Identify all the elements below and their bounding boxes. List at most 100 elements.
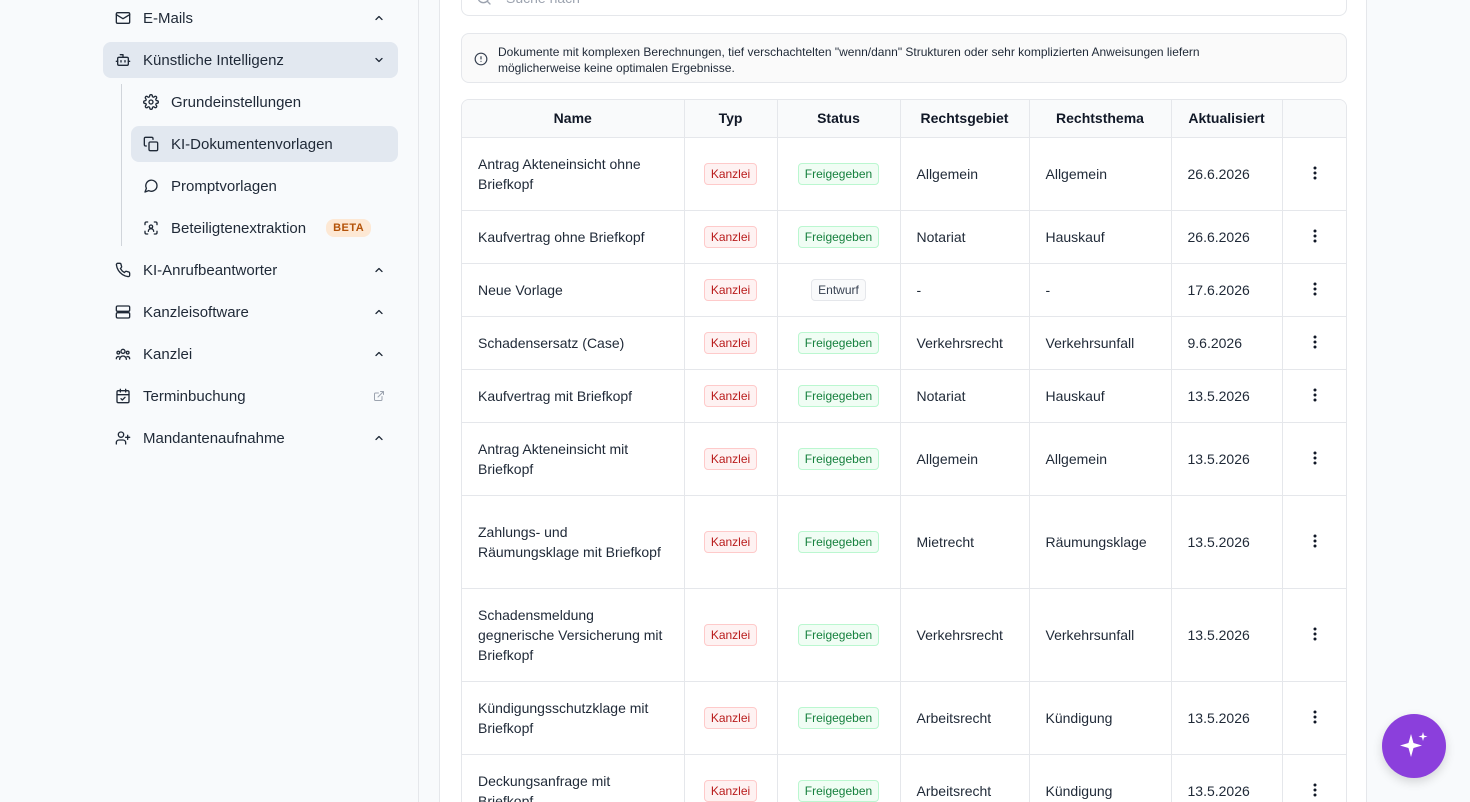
- table-row[interactable]: Kaufvertrag mit Briefkopf Kanzlei Freige…: [462, 369, 1346, 423]
- table-row[interactable]: Kündigungsschutzklage mit Briefkopf Kanz…: [462, 681, 1346, 755]
- more-vertical-icon[interactable]: [1305, 226, 1325, 246]
- sidebar-subitem-beteiligtenextraktion[interactable]: Beteiligtenextraktion BETA: [131, 210, 398, 246]
- type-badge: Kanzlei: [703, 623, 758, 646]
- chevron-up-icon[interactable]: [372, 11, 386, 25]
- sidebar-item-ki-anrufbeantworter[interactable]: KI-Anrufbeantworter: [103, 252, 398, 288]
- status-badge: Freigegeben: [797, 331, 880, 354]
- cell-name: Zahlungs- und Räumungsklage mit Briefkop…: [462, 495, 685, 589]
- chevron-down-icon[interactable]: [372, 53, 386, 67]
- templates-table: Name Typ Status Rechtsgebiet Rechtsthema…: [461, 99, 1347, 802]
- mail-icon: [115, 10, 131, 26]
- cell-rechtsgebiet: -: [900, 263, 1030, 317]
- more-vertical-icon[interactable]: [1305, 163, 1325, 183]
- sidebar-item-label: KI-Anrufbeantworter: [143, 261, 278, 279]
- cell-rechtsgebiet: Notariat: [900, 369, 1030, 423]
- sidebar-subitem-promptvorlagen[interactable]: Promptvorlagen: [131, 168, 398, 204]
- beta-badge: BETA: [326, 219, 372, 237]
- type-badge: Kanzlei: [703, 706, 758, 729]
- column-header-rechtsgebiet[interactable]: Rechtsgebiet: [900, 100, 1030, 138]
- sidebar: E-Mails Künstliche Intelligenz Grundeins…: [0, 0, 419, 802]
- sidebar-item-label: Künstliche Intelligenz: [143, 51, 284, 69]
- phone-icon: [115, 262, 131, 278]
- cell-name: Deckungsanfrage mit Briefkopf: [462, 754, 685, 802]
- external-link-icon[interactable]: [372, 389, 386, 403]
- cell-aktualisiert: 13.5.2026: [1171, 422, 1283, 496]
- cell-rechtsthema: Hauskauf: [1029, 369, 1172, 423]
- status-badge: Freigegeben: [797, 384, 880, 407]
- sidebar-item-kanzlei[interactable]: Kanzlei: [103, 336, 398, 372]
- sidebar-subitem-grundeinstellungen[interactable]: Grundeinstellungen: [131, 84, 398, 120]
- cell-name: Antrag Akteneinsicht mit Briefkopf: [462, 422, 685, 496]
- more-vertical-icon[interactable]: [1305, 279, 1325, 299]
- table-row[interactable]: Kaufvertrag ohne Briefkopf Kanzlei Freig…: [462, 210, 1346, 264]
- cell-rechtsthema: Räumungsklage: [1029, 495, 1172, 589]
- table-row[interactable]: Deckungsanfrage mit Briefkopf Kanzlei Fr…: [462, 754, 1346, 802]
- table-row[interactable]: Schadensersatz (Case) Kanzlei Freigegebe…: [462, 316, 1346, 370]
- cell-aktualisiert: 13.5.2026: [1171, 681, 1283, 755]
- more-vertical-icon[interactable]: [1305, 531, 1325, 551]
- calendar-check-icon: [115, 388, 131, 404]
- table-row[interactable]: Zahlungs- und Räumungsklage mit Briefkop…: [462, 495, 1346, 589]
- sidebar-item-label: Terminbuchung: [143, 387, 246, 405]
- cell-aktualisiert: 26.6.2026: [1171, 137, 1283, 211]
- cell-rechtsgebiet: Arbeitsrecht: [900, 754, 1030, 802]
- cell-name: Schadensersatz (Case): [462, 316, 685, 370]
- sidebar-subitem-label: Beteiligtenextraktion: [171, 219, 307, 237]
- user-plus-icon: [115, 430, 131, 446]
- more-vertical-icon[interactable]: [1305, 385, 1325, 405]
- cell-rechtsthema: Allgemein: [1029, 422, 1172, 496]
- cell-rechtsgebiet: Arbeitsrecht: [900, 681, 1030, 755]
- sidebar-item-label: Kanzlei: [143, 345, 193, 363]
- table-row[interactable]: Antrag Akteneinsicht mit Briefkopf Kanzl…: [462, 422, 1346, 496]
- table-row[interactable]: Antrag Akteneinsicht ohne Briefkopf Kanz…: [462, 137, 1346, 211]
- cell-aktualisiert: 13.5.2026: [1171, 369, 1283, 423]
- message-circle-icon: [143, 178, 159, 194]
- sidebar-subitem-ki-dokumentenvorlagen[interactable]: KI-Dokumentenvorlagen: [131, 126, 398, 162]
- cell-aktualisiert: 17.6.2026: [1171, 263, 1283, 317]
- column-header-aktualisiert[interactable]: Aktualisiert: [1171, 100, 1283, 138]
- status-badge: Freigegeben: [797, 706, 880, 729]
- more-vertical-icon[interactable]: [1305, 707, 1325, 727]
- more-vertical-icon[interactable]: [1305, 332, 1325, 352]
- cell-aktualisiert: 13.5.2026: [1171, 754, 1283, 802]
- cell-rechtsthema: Allgemein: [1029, 137, 1172, 211]
- column-header-actions: [1282, 100, 1346, 138]
- gear-icon: [143, 94, 159, 110]
- sidebar-item-terminbuchung[interactable]: Terminbuchung: [103, 378, 398, 414]
- main-panel: Dokumente mit komplexen Berechnungen, ti…: [439, 0, 1367, 802]
- table-row[interactable]: Schadensmeldung gegnerische Versicherung…: [462, 588, 1346, 682]
- cell-rechtsgebiet: Allgemein: [900, 422, 1030, 496]
- type-badge: Kanzlei: [703, 384, 758, 407]
- chevron-up-icon[interactable]: [372, 431, 386, 445]
- column-header-rechtsthema[interactable]: Rechtsthema: [1029, 100, 1172, 138]
- cell-rechtsgebiet: Mietrecht: [900, 495, 1030, 589]
- cell-rechtsgebiet: Verkehrsrecht: [900, 316, 1030, 370]
- table-header-row: Name Typ Status Rechtsgebiet Rechtsthema…: [462, 100, 1346, 138]
- users-icon: [115, 346, 131, 362]
- chevron-up-icon[interactable]: [372, 347, 386, 361]
- more-vertical-icon[interactable]: [1305, 448, 1325, 468]
- cell-aktualisiert: 9.6.2026: [1171, 316, 1283, 370]
- chevron-up-icon[interactable]: [372, 305, 386, 319]
- sidebar-item-label: E-Mails: [143, 9, 194, 27]
- cell-name: Antrag Akteneinsicht ohne Briefkopf: [462, 137, 685, 211]
- sidebar-item-kanzleisoftware[interactable]: Kanzleisoftware: [103, 294, 398, 330]
- column-header-name[interactable]: Name: [462, 100, 685, 138]
- more-vertical-icon[interactable]: [1305, 780, 1325, 800]
- chevron-up-icon[interactable]: [372, 263, 386, 277]
- sidebar-item-kuenstliche-intelligenz[interactable]: Künstliche Intelligenz: [103, 42, 398, 78]
- column-header-typ[interactable]: Typ: [684, 100, 778, 138]
- type-badge: Kanzlei: [703, 447, 758, 470]
- cell-rechtsthema: Kündigung: [1029, 681, 1172, 755]
- sidebar-item-mandantenaufnahme[interactable]: Mandantenaufnahme: [103, 420, 398, 456]
- sidebar-item-emails[interactable]: E-Mails: [103, 0, 398, 36]
- column-header-status[interactable]: Status: [777, 100, 901, 138]
- search-input[interactable]: [506, 0, 1206, 6]
- type-badge: Kanzlei: [703, 162, 758, 185]
- search-bar[interactable]: [461, 0, 1347, 16]
- cell-rechtsgebiet: Notariat: [900, 210, 1030, 264]
- cell-aktualisiert: 13.5.2026: [1171, 588, 1283, 682]
- table-row[interactable]: Neue Vorlage Kanzlei Entwurf - - 17.6.20…: [462, 263, 1346, 317]
- ai-assistant-button[interactable]: [1382, 714, 1446, 778]
- more-vertical-icon[interactable]: [1305, 624, 1325, 644]
